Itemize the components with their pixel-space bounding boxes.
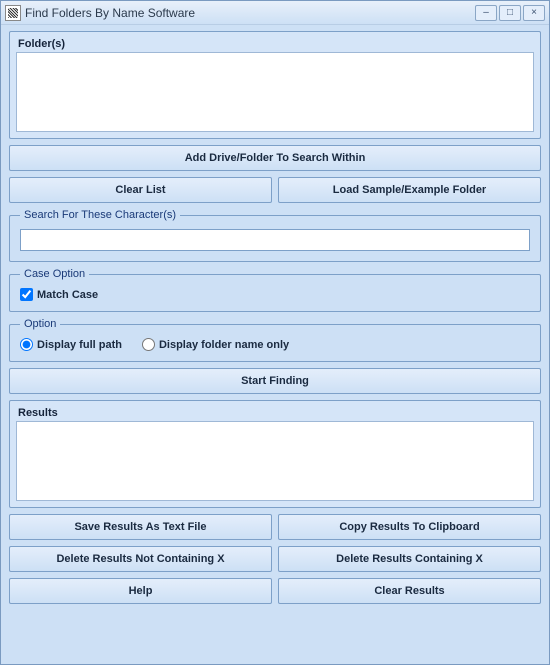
name-only-option[interactable]: Display folder name only — [142, 338, 289, 351]
folders-label: Folder(s) — [16, 38, 534, 50]
option-group: Option Display full path Display folder … — [9, 318, 541, 362]
match-case-label: Match Case — [37, 289, 98, 301]
option-legend: Option — [20, 318, 60, 330]
results-label: Results — [16, 407, 534, 419]
load-sample-button[interactable]: Load Sample/Example Folder — [278, 177, 541, 203]
copy-results-button[interactable]: Copy Results To Clipboard — [278, 514, 541, 540]
full-path-label: Display full path — [37, 339, 122, 351]
match-case-checkbox[interactable] — [20, 288, 33, 301]
start-finding-button[interactable]: Start Finding — [9, 368, 541, 394]
full-path-option[interactable]: Display full path — [20, 338, 122, 351]
search-legend: Search For These Character(s) — [20, 209, 180, 221]
match-case-label-wrap[interactable]: Match Case — [20, 288, 98, 301]
minimize-button[interactable]: – — [475, 5, 497, 21]
delete-containing-button[interactable]: Delete Results Containing X — [278, 546, 541, 572]
window-title: Find Folders By Name Software — [25, 6, 473, 20]
delete-not-containing-button[interactable]: Delete Results Not Containing X — [9, 546, 272, 572]
app-window: Find Folders By Name Software – □ × Fold… — [0, 0, 550, 665]
results-group: Results — [9, 400, 541, 508]
search-input[interactable] — [20, 229, 530, 251]
folders-listbox[interactable] — [16, 52, 534, 132]
titlebar: Find Folders By Name Software – □ × — [1, 1, 549, 25]
app-icon — [5, 5, 21, 21]
content-area: Folder(s) Add Drive/Folder To Search Wit… — [1, 25, 549, 664]
save-results-button[interactable]: Save Results As Text File — [9, 514, 272, 540]
folders-group: Folder(s) — [9, 31, 541, 139]
add-drive-button[interactable]: Add Drive/Folder To Search Within — [9, 145, 541, 171]
close-button[interactable]: × — [523, 5, 545, 21]
maximize-button[interactable]: □ — [499, 5, 521, 21]
clear-results-button[interactable]: Clear Results — [278, 578, 541, 604]
clear-list-button[interactable]: Clear List — [9, 177, 272, 203]
full-path-radio[interactable] — [20, 338, 33, 351]
case-option-legend: Case Option — [20, 268, 89, 280]
search-group: Search For These Character(s) — [9, 209, 541, 262]
case-option-group: Case Option Match Case — [9, 268, 541, 312]
help-button[interactable]: Help — [9, 578, 272, 604]
name-only-label: Display folder name only — [159, 339, 289, 351]
results-listbox[interactable] — [16, 421, 534, 501]
name-only-radio[interactable] — [142, 338, 155, 351]
